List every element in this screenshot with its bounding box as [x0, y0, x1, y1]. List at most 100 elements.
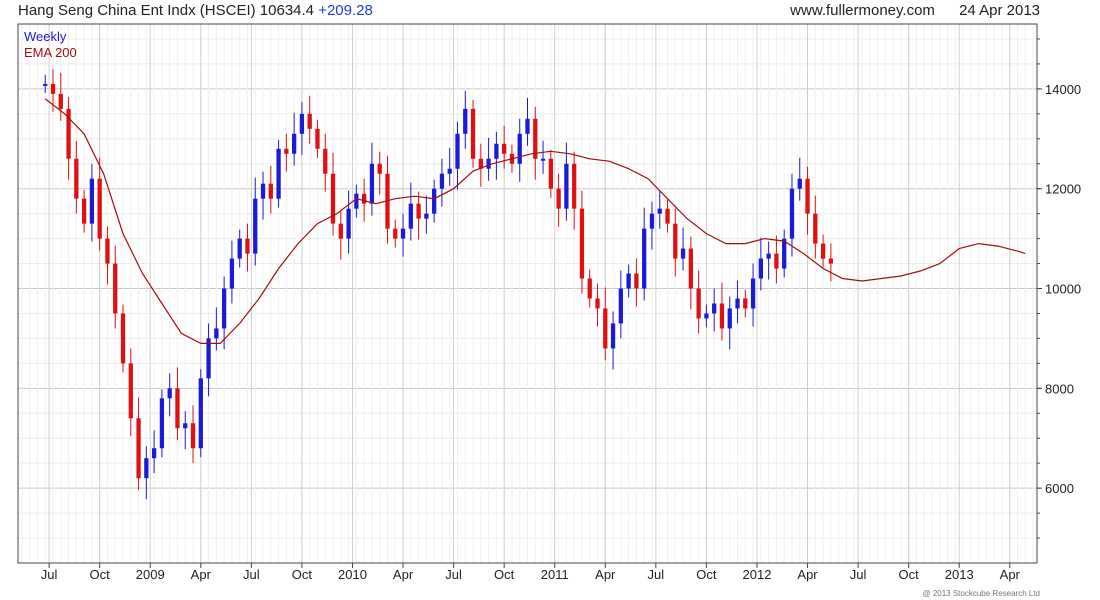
candle-body: [97, 178, 102, 239]
candle-body: [183, 423, 188, 429]
x-tick-label: Jul: [243, 567, 260, 582]
candle-body: [502, 143, 507, 154]
y-tick-label: 8000: [1045, 381, 1074, 396]
candle-body: [540, 158, 546, 161]
candle-body: [408, 203, 413, 229]
candle-body: [120, 313, 126, 364]
candle-body: [299, 113, 305, 134]
candle-body: [229, 258, 235, 289]
candle-body: [455, 133, 460, 169]
candle-body: [323, 148, 328, 174]
copyright-credit: @ 2013 Stockcube Research Ltd: [922, 589, 1040, 598]
candle-body: [782, 238, 787, 269]
candle-body: [393, 228, 398, 239]
candle-body: [81, 198, 87, 224]
candle-body: [74, 158, 79, 199]
y-tick-label: 14000: [1045, 82, 1081, 97]
candle-body: [424, 213, 429, 219]
candle-body: [151, 448, 157, 459]
candle-body: [556, 188, 561, 209]
candle-body: [494, 143, 499, 159]
candle-body: [447, 168, 452, 174]
candle-body: [354, 193, 359, 209]
candle-body: [486, 158, 491, 169]
candle-body: [105, 238, 110, 264]
candle-body: [743, 298, 748, 309]
candle-body: [144, 458, 149, 479]
candle-body: [727, 308, 732, 329]
candle-body: [268, 183, 273, 199]
candle-body: [587, 278, 592, 299]
candle-body: [377, 163, 382, 174]
candle-body: [665, 208, 670, 224]
price-chart: 6000 8000 10000 12000 14000 Jul Oct 2009 Apr Jul O…: [17, 23, 1081, 582]
candle-body: [400, 228, 406, 239]
candle-body: [525, 118, 530, 134]
candle-body: [805, 178, 810, 214]
candle-body: [774, 253, 779, 269]
candle-body: [766, 253, 771, 259]
candle-body: [128, 363, 133, 419]
candle-body: [198, 378, 203, 449]
x-tick-label: 2011: [541, 567, 569, 582]
candle-body: [416, 203, 421, 219]
x-tick-label: Jul: [41, 567, 58, 582]
candle-body: [719, 303, 725, 329]
candle-body: [167, 388, 172, 399]
candle-body: [828, 258, 834, 264]
x-tick-label: 2010: [338, 567, 367, 582]
candle-body: [696, 288, 701, 319]
candle-body: [292, 133, 297, 154]
candle-body: [712, 303, 717, 314]
candle-body: [206, 338, 211, 379]
candle-body: [315, 128, 320, 149]
candle-body: [369, 163, 375, 204]
candle-body: [284, 148, 289, 154]
x-tick-label: Apr: [595, 567, 616, 582]
legend-ema: EMA 200: [24, 45, 77, 60]
candle-body: [253, 198, 258, 254]
candle-body: [190, 423, 196, 449]
candle-body: [735, 298, 740, 309]
candle-body: [237, 238, 242, 259]
candle-body: [159, 398, 165, 449]
candle-body: [649, 213, 655, 229]
candle-body: [136, 418, 141, 479]
candle-body: [113, 263, 118, 314]
candle-body: [626, 273, 631, 289]
x-tick-label: Oct: [90, 567, 111, 582]
candle-body: [362, 193, 367, 204]
candle-body: [820, 243, 826, 259]
x-tick-label: Jul: [445, 567, 462, 582]
y-tick-label: 6000: [1045, 481, 1074, 496]
candle-body: [750, 278, 756, 309]
candle-body: [175, 388, 180, 429]
candle-body: [758, 258, 763, 279]
candle-body: [517, 133, 522, 164]
y-tick-label: 10000: [1045, 282, 1081, 297]
x-tick-label: 2013: [945, 567, 974, 582]
x-tick-label: Oct: [899, 567, 920, 582]
candle-body: [276, 148, 281, 199]
candle-body: [338, 223, 343, 239]
x-tick-label: Jul: [648, 567, 665, 582]
candle-body: [432, 188, 437, 214]
candle-body: [579, 208, 585, 279]
candle-body: [657, 208, 662, 214]
candle-body: [610, 323, 616, 349]
candle-body: [439, 173, 445, 189]
y-tick-label: 12000: [1045, 182, 1081, 197]
candle-body: [260, 183, 266, 199]
candle-body: [548, 158, 553, 189]
x-tick-label: 2012: [743, 567, 772, 582]
candle-body: [797, 178, 802, 189]
x-tick-label: Oct: [494, 567, 515, 582]
x-tick-label: Jul: [850, 567, 867, 582]
candle-body: [673, 223, 678, 259]
x-tick-label: 2009: [136, 567, 165, 582]
candle-body: [50, 83, 56, 94]
candle-body: [680, 248, 686, 259]
candle-body: [634, 273, 639, 289]
candle-body: [564, 163, 569, 209]
candle-body: [214, 328, 219, 339]
